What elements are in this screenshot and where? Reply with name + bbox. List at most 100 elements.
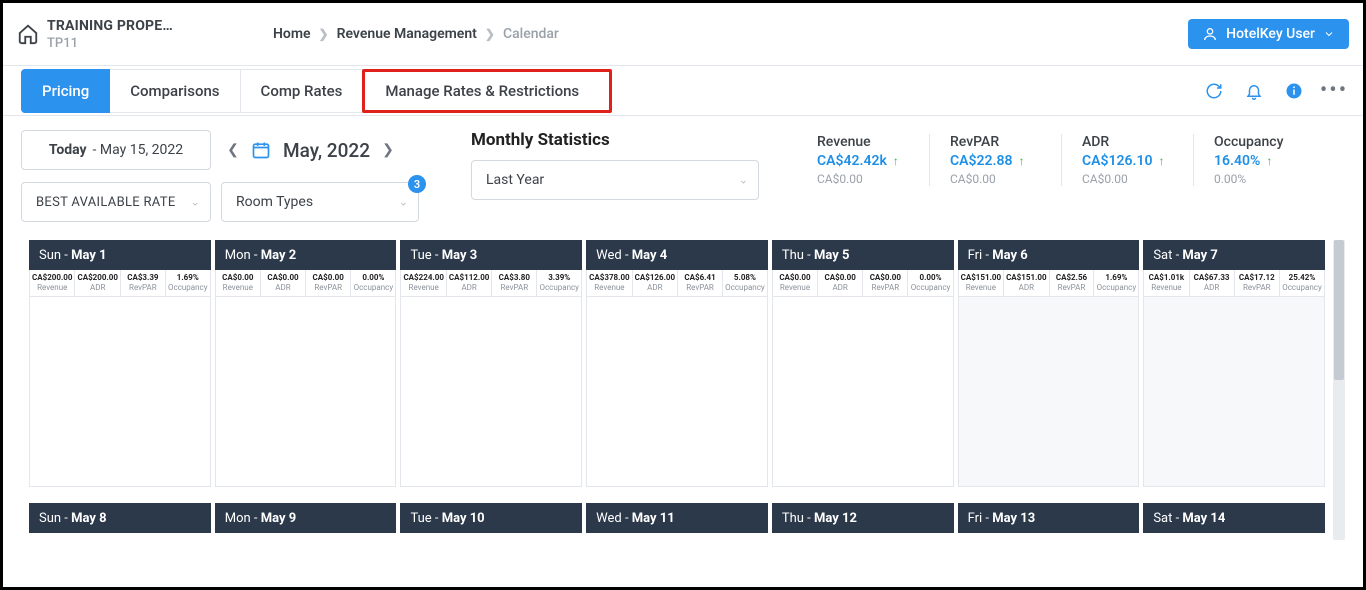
- day-metric: CA$151.00ADR: [1004, 270, 1049, 296]
- room-types-count-badge: 3: [408, 175, 426, 193]
- breadcrumb-revenue-mgmt[interactable]: Revenue Management: [337, 26, 477, 42]
- breadcrumb: Home ❯ Revenue Management ❯ Calendar: [273, 26, 559, 42]
- user-label: HotelKey User: [1226, 26, 1315, 42]
- arrow-up-icon: ↑: [893, 154, 899, 168]
- room-types-select[interactable]: Room Types ⌄ 3: [221, 182, 419, 222]
- comparison-period-select[interactable]: Last Year ⌄: [471, 160, 759, 200]
- monthly-statistics-block: Monthly Statistics Last Year ⌄: [471, 130, 759, 200]
- info-icon[interactable]: [1283, 80, 1305, 102]
- calendar-day[interactable]: Sat - May 14: [1143, 503, 1325, 533]
- day-metric: CA$200.00Revenue: [30, 270, 75, 296]
- kpi-revenue: RevenueCA$42.42k ↑CA$0.00: [797, 134, 929, 186]
- calendar-day[interactable]: Thu - May 5CA$0.00RevenueCA$0.00ADRCA$0.…: [772, 240, 954, 487]
- tab-pricing[interactable]: Pricing: [21, 69, 110, 113]
- kpi-revpar: RevPARCA$22.88 ↑CA$0.00: [929, 134, 1061, 186]
- day-metric: CA$67.33ADR: [1190, 270, 1235, 296]
- refresh-icon[interactable]: [1203, 80, 1225, 102]
- calendar-day[interactable]: Fri - May 6CA$151.00RevenueCA$151.00ADRC…: [958, 240, 1140, 487]
- next-month-button[interactable]: ❯: [382, 142, 394, 158]
- day-header: Sat - May 7: [1143, 240, 1325, 270]
- rate-plan-select[interactable]: BEST AVAILABLE RATE ⌄: [21, 182, 211, 222]
- kpi-sub: CA$0.00: [1082, 172, 1173, 186]
- day-metric: CA$200.00ADR: [75, 270, 120, 296]
- day-metric: CA$3.80RevPAR: [492, 270, 537, 296]
- day-metric: 0.00%Occupancy: [908, 270, 952, 296]
- property-code: TP11: [47, 36, 227, 51]
- day-metrics-row: CA$1.01kRevenueCA$67.33ADRCA$17.12RevPAR…: [1143, 270, 1325, 297]
- day-header: Sat - May 14: [1143, 503, 1325, 533]
- property-title-block: TRAINING PROPE… TP11: [47, 18, 227, 51]
- calendar-day[interactable]: Tue - May 3CA$224.00RevenueCA$112.00ADRC…: [400, 240, 582, 487]
- calendar-day[interactable]: Mon - May 9: [215, 503, 397, 533]
- calendar-icon[interactable]: [251, 140, 271, 160]
- day-metric: CA$17.12RevPAR: [1235, 270, 1280, 296]
- calendar-day[interactable]: Sat - May 7CA$1.01kRevenueCA$67.33ADRCA$…: [1143, 240, 1325, 487]
- day-header: Fri - May 6: [958, 240, 1140, 270]
- calendar-day[interactable]: Fri - May 13: [958, 503, 1140, 533]
- day-metric: CA$1.01kRevenue: [1144, 270, 1189, 296]
- home-icon[interactable]: [17, 23, 39, 45]
- scrollbar-thumb[interactable]: [1334, 240, 1344, 380]
- day-metrics-row: CA$224.00RevenueCA$112.00ADRCA$3.80RevPA…: [400, 270, 582, 297]
- calendar-day[interactable]: Thu - May 12: [772, 503, 954, 533]
- kpi-label: ADR: [1082, 134, 1173, 150]
- kpi-label: RevPAR: [950, 134, 1041, 150]
- user-icon: [1202, 26, 1218, 42]
- day-header: Thu - May 12: [772, 503, 954, 533]
- day-header: Thu - May 5: [772, 240, 954, 270]
- controls-row: Today - May 15, 2022 ❮ May, 2022 ❯ BEST …: [3, 116, 1363, 240]
- arrow-up-icon: ↑: [1266, 154, 1272, 168]
- kpi-value: 16.40% ↑: [1214, 153, 1305, 169]
- day-body[interactable]: [29, 297, 211, 487]
- calendar-week-1: Sun - May 1CA$200.00RevenueCA$200.00ADRC…: [29, 240, 1325, 487]
- more-icon[interactable]: •••: [1323, 80, 1345, 102]
- calendar-day[interactable]: Wed - May 4CA$378.00RevenueCA$126.00ADRC…: [586, 240, 768, 487]
- day-metric: CA$0.00Revenue: [773, 270, 818, 296]
- chevron-right-icon: ❯: [485, 27, 495, 41]
- tab-comparisons[interactable]: Comparisons: [110, 69, 240, 113]
- calendar-day[interactable]: Sun - May 8: [29, 503, 211, 533]
- day-metric: CA$224.00Revenue: [401, 270, 446, 296]
- day-metric: CA$0.00RevPAR: [306, 270, 351, 296]
- app-header: TRAINING PROPE… TP11 Home ❯ Revenue Mana…: [3, 3, 1363, 66]
- arrow-up-icon: ↑: [1018, 154, 1024, 168]
- day-header: Sun - May 8: [29, 503, 211, 533]
- day-body[interactable]: [400, 297, 582, 487]
- day-header: Fri - May 13: [958, 503, 1140, 533]
- calendar-day[interactable]: Mon - May 2CA$0.00RevenueCA$0.00ADRCA$0.…: [215, 240, 397, 487]
- kpi-occupancy: Occupancy16.40% ↑0.00%: [1193, 134, 1325, 186]
- day-metrics-row: CA$200.00RevenueCA$200.00ADRCA$3.39RevPA…: [29, 270, 211, 297]
- today-button[interactable]: Today - May 15, 2022: [21, 130, 211, 170]
- day-metric: CA$112.00ADR: [447, 270, 492, 296]
- tab-comp-rates[interactable]: Comp Rates: [241, 69, 364, 113]
- day-metric: CA$0.00RevPAR: [863, 270, 908, 296]
- day-body[interactable]: [772, 297, 954, 487]
- day-body[interactable]: [1143, 297, 1325, 487]
- day-metrics-row: CA$378.00RevenueCA$126.00ADRCA$6.41RevPA…: [586, 270, 768, 297]
- day-metric: CA$378.00Revenue: [587, 270, 632, 296]
- calendar-day[interactable]: Wed - May 11: [586, 503, 768, 533]
- prev-month-button[interactable]: ❮: [227, 142, 239, 158]
- vertical-scrollbar[interactable]: [1333, 240, 1345, 540]
- breadcrumb-calendar: Calendar: [503, 26, 559, 42]
- day-metric: CA$126.00ADR: [633, 270, 678, 296]
- month-navigator: ❮ May, 2022 ❯: [221, 130, 400, 170]
- breadcrumb-home[interactable]: Home: [273, 26, 311, 42]
- bell-icon[interactable]: [1243, 80, 1265, 102]
- arrow-up-icon: ↑: [1158, 154, 1164, 168]
- tab-manage-rates[interactable]: Manage Rates & Restrictions: [362, 69, 612, 113]
- day-body[interactable]: [215, 297, 397, 487]
- chevron-down-icon: [1323, 28, 1335, 40]
- day-body[interactable]: [586, 297, 768, 487]
- kpi-adr: ADRCA$126.10 ↑CA$0.00: [1061, 134, 1193, 186]
- property-name: TRAINING PROPE…: [47, 18, 217, 34]
- day-header: Wed - May 11: [586, 503, 768, 533]
- day-metric: CA$0.00ADR: [261, 270, 306, 296]
- calendar-day[interactable]: Sun - May 1CA$200.00RevenueCA$200.00ADRC…: [29, 240, 211, 487]
- kpi-value: CA$42.42k ↑: [817, 153, 909, 169]
- day-metrics-row: CA$0.00RevenueCA$0.00ADRCA$0.00RevPAR0.0…: [772, 270, 954, 297]
- user-menu-button[interactable]: HotelKey User: [1188, 19, 1349, 49]
- calendar-day[interactable]: Tue - May 10: [400, 503, 582, 533]
- day-body[interactable]: [958, 297, 1140, 487]
- day-header: Sun - May 1: [29, 240, 211, 270]
